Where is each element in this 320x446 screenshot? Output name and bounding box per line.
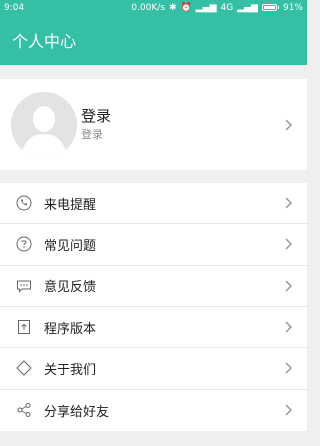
- version-icon: [16, 319, 32, 335]
- status-icons: 0.00K/s ✱ ⏰ ▂▄▆ 4G ▂▄▆ 91%: [131, 3, 303, 13]
- menu-item-version[interactable]: 程序版本: [0, 307, 307, 349]
- network-speed: 0.00K/s: [131, 2, 165, 13]
- app-bar: 个人中心: [0, 15, 307, 65]
- chevron-right-icon: [285, 321, 293, 333]
- menu-label-share: 分享给好友: [44, 404, 110, 420]
- menu-label-version: 程序版本: [44, 321, 97, 337]
- menu-label-faq: 常见问题: [44, 238, 97, 254]
- menu-label-call-reminder: 来电提醒: [44, 197, 97, 213]
- menu-item-feedback[interactable]: 意见反馈: [0, 266, 307, 307]
- feedback-icon: [16, 278, 32, 294]
- avatar-placeholder-icon: [11, 91, 77, 158]
- signal-icon: ▂▄▆: [195, 2, 217, 13]
- profile-subtitle: 登录: [81, 127, 103, 141]
- profile-text: 登录 登录: [81, 107, 111, 143]
- avatar[interactable]: [11, 91, 77, 158]
- settings-menu: 来电提醒 常见问题 意见反馈 程序版本 关于我们 分享给好友: [0, 183, 307, 431]
- battery-percent: 91%: [282, 2, 303, 13]
- battery-icon: [261, 4, 277, 11]
- chevron-right-icon: [285, 280, 293, 292]
- profile-name: 登录: [81, 106, 112, 125]
- chevron-right-icon: [285, 197, 293, 209]
- menu-item-faq[interactable]: 常见问题: [0, 224, 307, 266]
- battery-tip: [277, 6, 279, 9]
- profile-login-row[interactable]: 登录 登录: [0, 79, 307, 170]
- share-icon: [16, 402, 32, 418]
- chevron-right-icon: [285, 238, 293, 251]
- status-time: 9:04: [4, 2, 25, 13]
- alarm-icon: ⏰: [180, 2, 192, 13]
- menu-item-share[interactable]: 分享给好友: [0, 390, 307, 431]
- menu-label-feedback: 意见反馈: [44, 280, 97, 296]
- page-title: 个人中心: [12, 32, 77, 51]
- menu-item-about-us[interactable]: 关于我们: [0, 348, 307, 390]
- chevron-right-icon: [285, 118, 293, 131]
- status-bar: 9:04 0.00K/s ✱ ⏰ ▂▄▆ 4G ▂▄▆ 91%: [0, 0, 307, 15]
- phone-icon: [16, 195, 32, 211]
- battery-fill: [263, 6, 275, 9]
- menu-label-about-us: 关于我们: [44, 362, 97, 378]
- bluetooth-icon: ✱: [168, 2, 177, 13]
- chevron-right-icon: [285, 362, 293, 374]
- question-icon: [16, 236, 32, 252]
- menu-item-call-reminder[interactable]: 来电提醒: [0, 183, 307, 225]
- signal-icon-2: ▂▄▆: [237, 2, 258, 13]
- network-type: 4G: [220, 2, 234, 13]
- chevron-right-icon: [285, 404, 293, 416]
- diamond-icon: [16, 360, 32, 377]
